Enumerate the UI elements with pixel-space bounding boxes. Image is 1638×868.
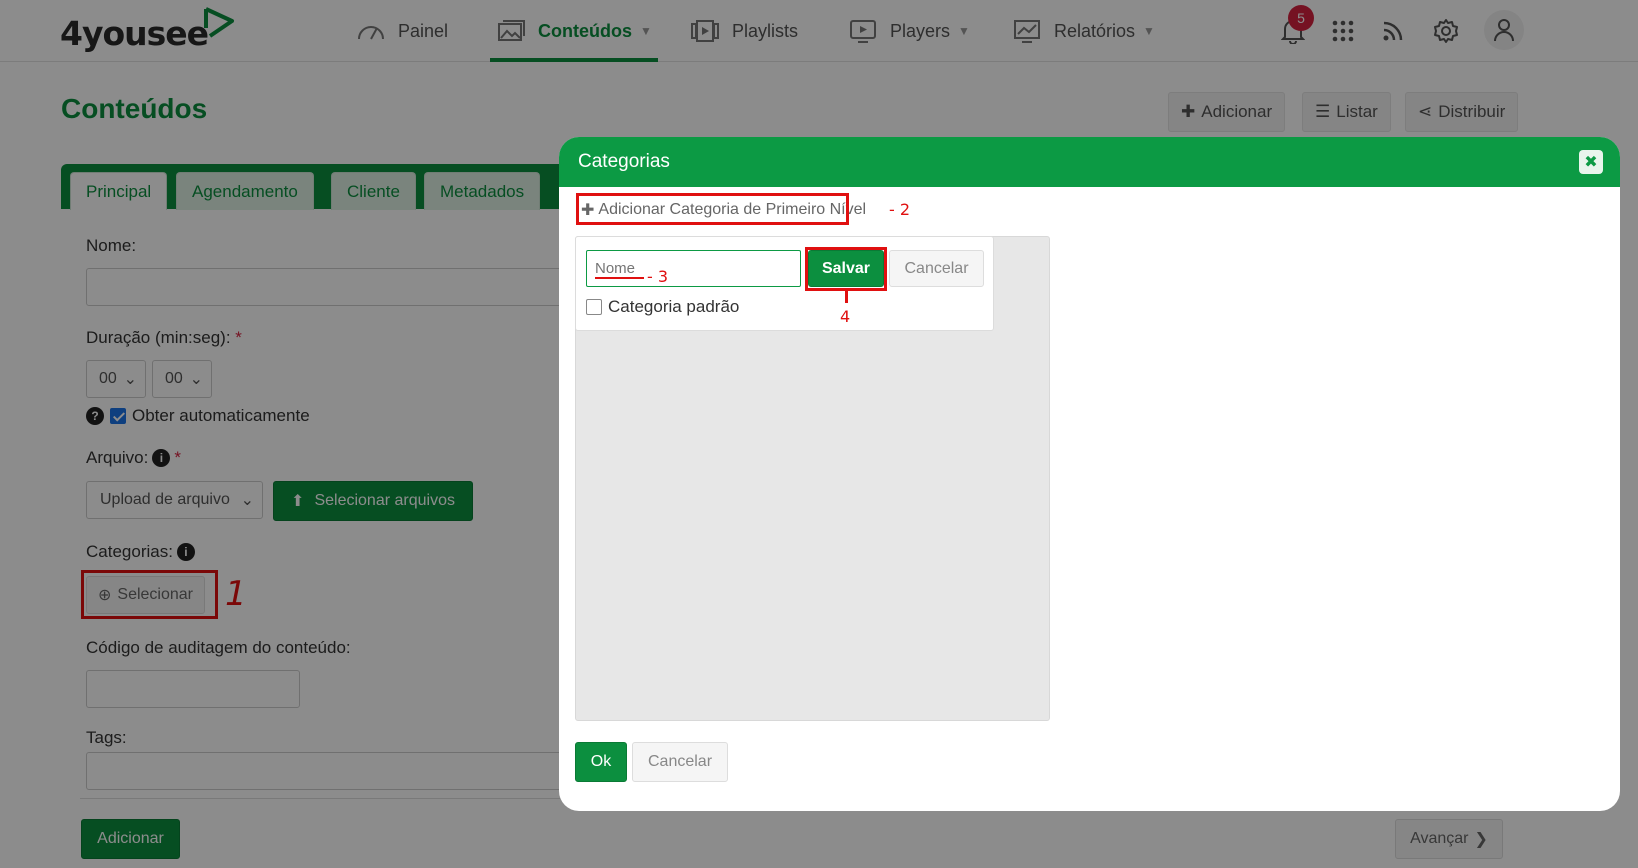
annotation-label-4: 4	[840, 307, 851, 326]
ok-button[interactable]: Ok	[575, 742, 627, 782]
close-icon: ✖	[1584, 154, 1598, 171]
close-button[interactable]: ✖	[1579, 150, 1603, 174]
modal-title: Categorias	[578, 151, 670, 172]
modal-cancel-button[interactable]: Cancelar	[632, 742, 728, 782]
default-category-row: Categoria padrão	[586, 297, 739, 317]
cancel-category-label: Cancelar	[904, 259, 969, 277]
annotation-box-2	[576, 193, 849, 225]
default-category-checkbox[interactable]	[586, 299, 602, 315]
modal-header: Categorias ✖	[559, 137, 1620, 187]
cancel-category-button[interactable]: Cancelar	[889, 250, 984, 287]
annotation-label-3: - 3	[647, 267, 669, 286]
default-category-label: Categoria padrão	[608, 297, 740, 316]
annotation-pointer-4	[845, 291, 848, 303]
annotation-label-2: - 2	[889, 200, 911, 219]
category-name-input[interactable]	[586, 250, 801, 287]
annotation-underline-3	[595, 277, 644, 279]
annotation-box-4	[805, 247, 887, 291]
categories-modal: Categorias ✖ ✚ Adicionar Categoria de Pr…	[559, 137, 1620, 811]
modal-cancel-label: Cancelar	[647, 753, 713, 770]
ok-label: Ok	[590, 753, 612, 770]
